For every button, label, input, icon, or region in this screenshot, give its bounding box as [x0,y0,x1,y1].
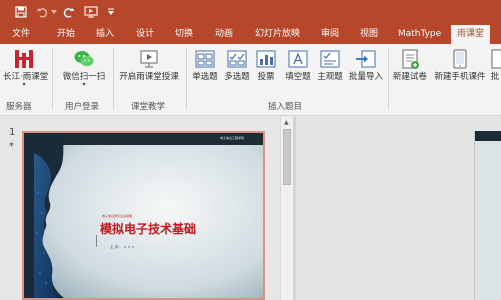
fill-blank-icon [287,48,309,70]
slide-subtitle: 主讲：××× · · · · · · · [110,245,165,249]
group-separator [113,48,114,110]
vote-label: 投票 [257,72,275,82]
multiple-choice-label: 多选题 [224,72,250,82]
tab-insert[interactable]: 插入 [96,24,114,44]
group-label-insert-question: 插入题目 [268,102,303,112]
subjective-button[interactable]: 主观题 [314,48,346,82]
title-bar [0,0,501,24]
subjective-icon [319,48,341,70]
main-slide-background [475,131,501,300]
tab-home[interactable]: 开始 [57,24,75,44]
tab-design[interactable]: 设计 [136,24,154,44]
slide-title: 模拟电子技术基础 [100,222,197,236]
group-separator [52,48,53,110]
start-class-icon [138,48,160,70]
slide-edit-area[interactable] [296,117,501,300]
new-paper-button[interactable]: 新建试卷 [391,48,429,82]
multiple-choice-button[interactable]: 多选题 [221,48,253,82]
truncated-label: 批 [490,72,500,82]
fill-blank-label: 填空题 [285,72,311,82]
tab-review[interactable]: 审阅 [321,24,339,44]
scroll-up-icon[interactable]: ▲ [284,119,289,126]
chevron-down-icon: ▾ [22,81,26,88]
group-label-server: 服务器 [6,102,32,112]
thumbnail-scrollbar[interactable]: ▲ [280,117,293,300]
slide-thumbnail[interactable]: 电子信息工程学院 电子信息类专业基础课 模拟电子技术基础 主讲：××× · · … [22,131,265,300]
redo-icon[interactable] [62,3,76,21]
tab-slide-show[interactable]: 幻灯片放映 [255,24,300,44]
tab-animations[interactable]: 动画 [215,24,233,44]
truncated-icon [489,48,501,70]
wechat-scan-button[interactable]: 微信扫一扫 ▾ [58,48,110,88]
slide-caption: 电子信息类专业基础课 [102,214,133,218]
vote-button[interactable]: 投票 [253,48,279,82]
single-choice-button[interactable]: 单选题 [189,48,221,82]
truncated-ribbon-button[interactable]: 批 [489,48,501,82]
multiple-choice-icon [226,48,248,70]
tab-file[interactable]: 文件 [12,24,30,44]
slide-transition-marker: * [9,141,14,152]
batch-import-label: 批量导入 [348,72,383,82]
chevron-down-icon: ▾ [82,81,86,88]
scrollbar-thumb[interactable] [283,129,291,185]
slide-background-art [24,133,263,298]
main-slide-canvas[interactable] [474,131,501,300]
undo-icon[interactable] [35,3,49,21]
yuketang-server-button[interactable]: 长江·雨课堂 ▾ [3,48,48,88]
batch-import-button[interactable]: 批量导入 [347,48,385,82]
batch-import-icon [355,48,377,70]
ribbon-tabs: 文件 开始 插入 设计 切换 动画 幻灯片放映 审阅 视图 MathType 雨… [0,24,501,44]
start-class-button[interactable]: 开启雨课堂授课 [115,48,183,82]
customize-qat-icon[interactable] [106,3,116,21]
new-mobile-courseware-label: 新建手机课件 [434,72,486,82]
wechat-icon [73,48,95,70]
new-paper-label: 新建试卷 [392,72,427,82]
group-label-teaching: 课堂教学 [131,102,166,112]
group-separator [388,48,389,110]
save-icon[interactable] [13,3,29,21]
ribbon: 长江·雨课堂 ▾ 服务器 微信扫一扫 ▾ 用户登录 开启雨课堂授课 课堂教学 单… [0,44,501,116]
new-mobile-courseware-icon [449,48,471,70]
new-mobile-courseware-button[interactable]: 新建手机课件 [431,48,489,82]
group-label-login: 用户登录 [65,102,100,112]
fill-blank-button[interactable]: 填空题 [282,48,314,82]
single-choice-icon [194,48,216,70]
vote-icon [255,48,277,70]
group-separator [186,48,187,110]
undo-dropdown-icon[interactable] [50,3,58,21]
slide-number: 1 [9,127,16,138]
tab-view[interactable]: 视图 [360,24,378,44]
slide-header-text: 电子信息工程学院 [220,136,245,140]
tab-yuketang[interactable]: 雨课堂 [451,25,491,44]
yuketang-logo-icon [13,48,35,70]
new-paper-icon [399,48,421,70]
tab-transitions[interactable]: 切换 [175,24,193,44]
subjective-label: 主观题 [317,72,343,82]
tab-mathtype[interactable]: MathType [398,24,441,44]
single-choice-label: 单选题 [192,72,218,82]
from-beginning-icon[interactable] [83,3,99,21]
start-class-label: 开启雨课堂授课 [119,72,179,82]
